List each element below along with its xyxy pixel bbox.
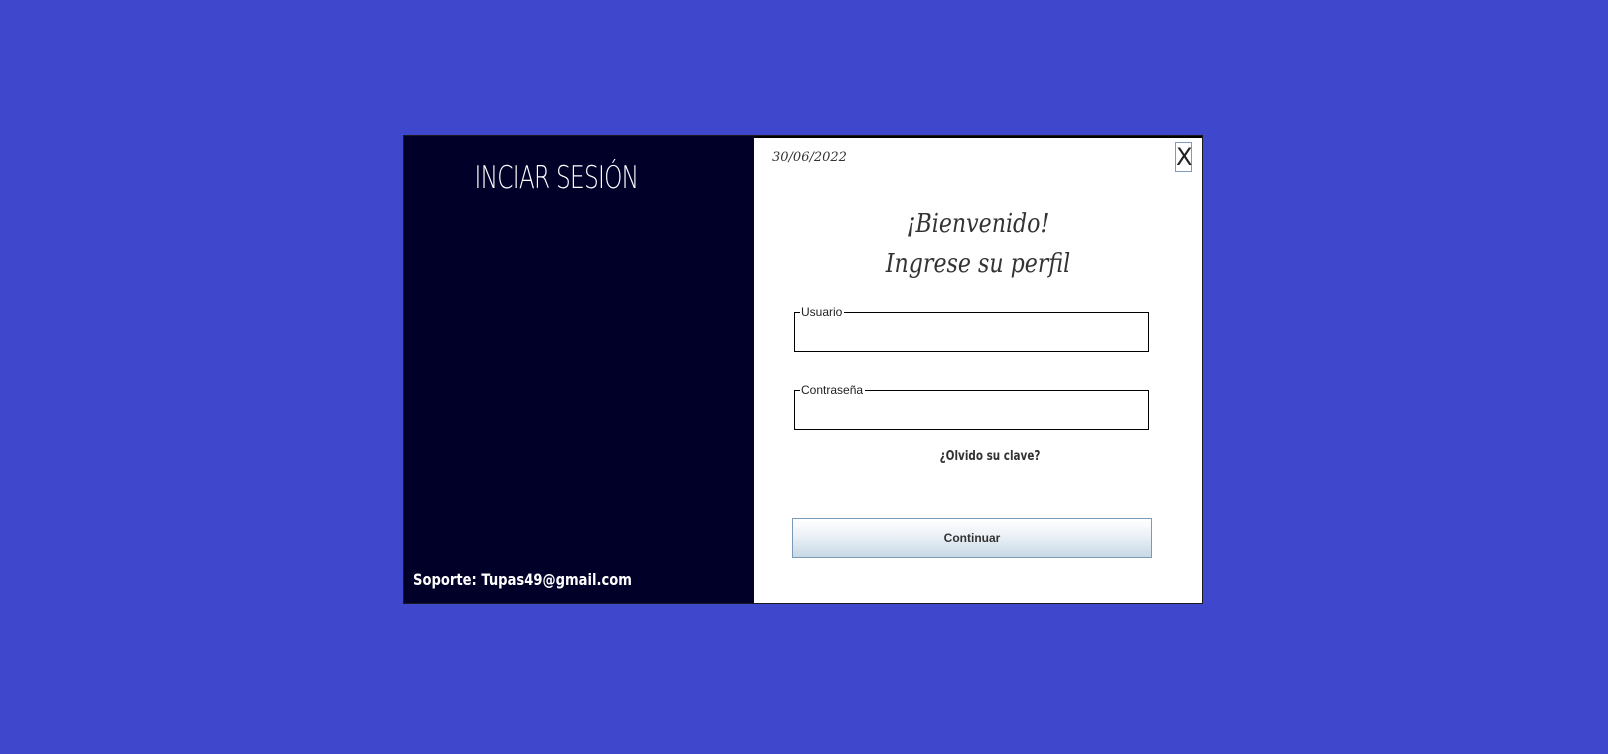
login-window: INCIAR SESIÓN Soporte: Tupas49@gmail.com… [404,136,1202,603]
right-panel: 30/06/2022 X ¡Bienvenido! Ingrese su per… [754,136,1202,603]
date-label: 30/06/2022 [772,150,847,165]
welcome-heading: ¡Bienvenido! Ingrese su perfil [754,204,1202,284]
password-label: Contraseña [800,383,866,397]
username-field: Usuario [794,305,1149,352]
close-button[interactable]: X [1175,142,1192,172]
left-panel: INCIAR SESIÓN Soporte: Tupas49@gmail.com [404,136,754,603]
username-input[interactable] [799,323,1147,347]
password-input[interactable] [799,401,1147,425]
password-field: Contraseña [794,383,1149,430]
welcome-line-1: ¡Bienvenido! [906,209,1050,239]
forgot-password-link[interactable]: ¿Olvido su clave? [754,449,1202,464]
page-title: INCIAR SESIÓN [474,160,639,196]
username-label: Usuario [800,305,845,319]
welcome-line-2: Ingrese su perfil [885,249,1071,279]
support-email-text: Soporte: Tupas49@gmail.com [413,570,632,589]
continue-button[interactable]: Continuar [792,518,1152,558]
forgot-password-text: ¿Olvido su clave? [939,449,1041,464]
